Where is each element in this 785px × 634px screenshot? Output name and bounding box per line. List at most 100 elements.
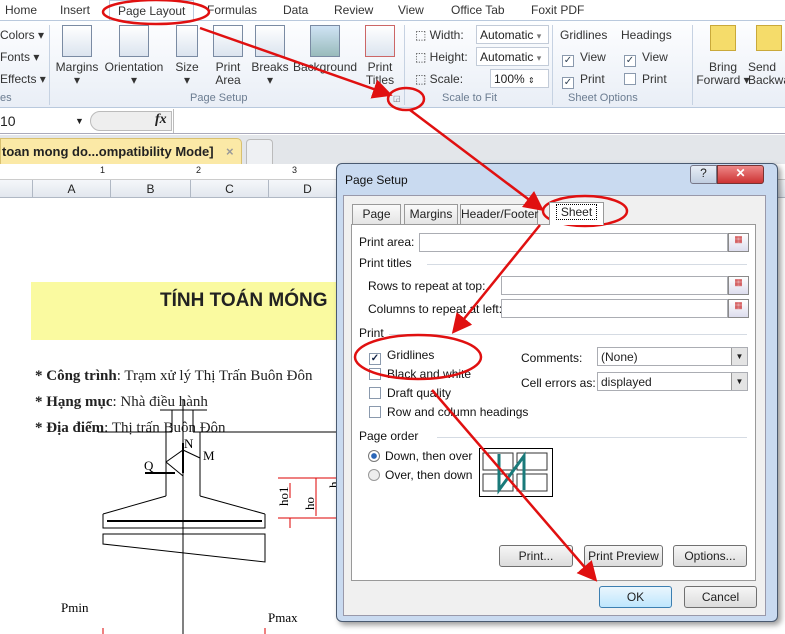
insert-function-button[interactable]: fx [155, 112, 167, 128]
draft-quality-checkbox[interactable]: Draft quality [369, 386, 451, 400]
page-setup-dialog: Page Setup ? ✕ Page Margins Header/Foote… [336, 163, 778, 622]
margins-label: Margins [55, 60, 99, 74]
rows-to-repeat-input[interactable] [501, 276, 728, 295]
workbook-tab-bar: toan mong do...ompatibility Mode] × [0, 135, 785, 164]
tab-view[interactable]: View [398, 3, 424, 17]
column-header-d[interactable]: D [268, 180, 346, 198]
tab-margins[interactable]: Margins [404, 204, 458, 224]
margins-icon [62, 25, 92, 57]
tab-header-footer[interactable]: Header/Footer [460, 204, 538, 224]
width-value: Automatic [480, 28, 534, 42]
orientation-button[interactable]: Orientation ▾ [102, 25, 166, 87]
close-tab-icon[interactable]: × [226, 144, 234, 159]
page-setup-group-label: Page Setup [190, 92, 248, 104]
bring-forward-button[interactable]: Bring Forward ▾ [695, 25, 751, 87]
tab-sheet-label: Sheet [555, 204, 598, 220]
print-preview-button[interactable]: Print Preview [584, 545, 663, 567]
black-and-white-checkbox[interactable]: Black and white [369, 367, 471, 381]
width-select[interactable]: Automatic ▾ [476, 25, 549, 44]
checkbox-checked-icon: ✓ [562, 55, 574, 67]
columns-to-repeat-input[interactable] [501, 299, 728, 318]
sheet-options-group-label: Sheet Options [568, 92, 638, 104]
close-button[interactable]: ✕ [717, 165, 764, 184]
breaks-label: Breaks [251, 60, 289, 74]
comments-label: Comments: [521, 351, 583, 365]
checkbox-unchecked-icon [369, 406, 381, 418]
group-divider [552, 25, 553, 105]
radio-selected-icon [368, 450, 380, 462]
print-titles-button[interactable]: Print Titles [362, 25, 398, 87]
theme-fonts-button[interactable]: Fonts ▾ [0, 50, 39, 64]
tab-data[interactable]: Data [283, 3, 308, 17]
tab-sheet[interactable]: Sheet [549, 202, 604, 225]
new-tab-button[interactable] [246, 139, 273, 164]
tab-page-layout[interactable]: Page Layout [109, 0, 195, 21]
gridlines-print-checkbox[interactable]: ✓ Print [562, 72, 605, 89]
over-then-down-radio[interactable]: Over, then down [368, 468, 472, 482]
row-column-headings-checkbox[interactable]: Row and column headings [369, 405, 528, 419]
label-pmin: Pmin [61, 600, 89, 615]
scale-text: Scale: [429, 72, 464, 86]
collapse-dialog-icon[interactable]: ▦ [728, 233, 749, 252]
group-divider [692, 25, 693, 105]
theme-colors-button[interactable]: Colors ▾ [0, 28, 44, 42]
headings-view-checkbox[interactable]: ✓ View [624, 50, 668, 67]
print-label: Print [580, 72, 605, 86]
column-header-b[interactable]: B [110, 180, 190, 198]
height-label: ⬚ Height: [415, 50, 468, 64]
margins-button[interactable]: Margins ▾ [55, 25, 99, 87]
comments-select[interactable]: (None) ▼ [597, 347, 748, 366]
formula-input[interactable] [173, 109, 785, 133]
gridlines-checkbox[interactable]: ✓ Gridlines [369, 348, 434, 365]
size-button[interactable]: Size ▾ [172, 25, 202, 87]
formula-bar: 10 ▼ fx [0, 109, 785, 134]
print-area-input[interactable] [419, 233, 728, 252]
name-box-value: 10 [0, 113, 16, 129]
column-header-c[interactable]: C [190, 180, 268, 198]
tab-page[interactable]: Page [352, 204, 401, 224]
column-header-a[interactable]: A [32, 180, 110, 198]
bring-forward-label: Bring Forward [696, 60, 741, 87]
ok-button[interactable]: OK [599, 586, 672, 608]
page-setup-launcher-icon[interactable]: ◲ [393, 94, 401, 103]
down-then-over-label: Down, then over [385, 449, 473, 463]
cell-errors-select[interactable]: displayed ▼ [597, 372, 748, 391]
gridlines-view-checkbox[interactable]: ✓ View [562, 50, 606, 67]
ribbon-tab-bar: Home Insert Page Layout Formulas Data Re… [0, 0, 785, 21]
draft-quality-label: Draft quality [387, 386, 452, 400]
checkbox-unchecked-icon [369, 368, 381, 380]
print-area-button[interactable]: Print Area [210, 25, 246, 87]
breaks-icon [255, 25, 285, 57]
tab-review[interactable]: Review [334, 3, 373, 17]
print-area-label: Print area: [359, 235, 415, 249]
collapse-dialog-icon[interactable]: ▦ [728, 276, 749, 295]
scale-label: ⬚ Scale: [415, 72, 464, 86]
cancel-button[interactable]: Cancel [684, 586, 757, 608]
width-label: ⬚ Width: [415, 28, 464, 42]
comments-value: (None) [601, 350, 638, 364]
tab-insert[interactable]: Insert [60, 3, 90, 17]
down-then-over-radio[interactable]: Down, then over [368, 449, 472, 463]
headings-print-checkbox[interactable]: Print [624, 72, 667, 86]
breaks-button[interactable]: Breaks ▾ [250, 25, 290, 87]
collapse-dialog-icon[interactable]: ▦ [728, 299, 749, 318]
help-button[interactable]: ? [690, 165, 717, 184]
name-box[interactable]: 10 ▼ [0, 111, 86, 131]
tab-foxit-pdf[interactable]: Foxit PDF [531, 3, 584, 17]
theme-effects-button[interactable]: Effects ▾ [0, 72, 46, 86]
orientation-icon [119, 25, 149, 57]
scale-spinner[interactable]: 100% ⇕ [490, 69, 549, 88]
send-backward-button[interactable]: Send Backward [748, 25, 785, 87]
print-button[interactable]: Print... [499, 545, 573, 567]
checkbox-unchecked-icon [369, 387, 381, 399]
label-ho1: ho1 [276, 487, 291, 507]
workbook-tab[interactable]: toan mong do...ompatibility Mode] × [0, 138, 242, 164]
tab-office-tab[interactable]: Office Tab [451, 3, 505, 17]
background-button[interactable]: Background [293, 25, 357, 74]
height-select[interactable]: Automatic ▾ [476, 47, 549, 66]
options-button[interactable]: Options... [673, 545, 747, 567]
tab-home[interactable]: Home [5, 3, 37, 17]
label-m: M [203, 448, 215, 463]
tab-formulas[interactable]: Formulas [207, 3, 257, 17]
scale-to-fit-group-label: Scale to Fit [442, 92, 498, 104]
